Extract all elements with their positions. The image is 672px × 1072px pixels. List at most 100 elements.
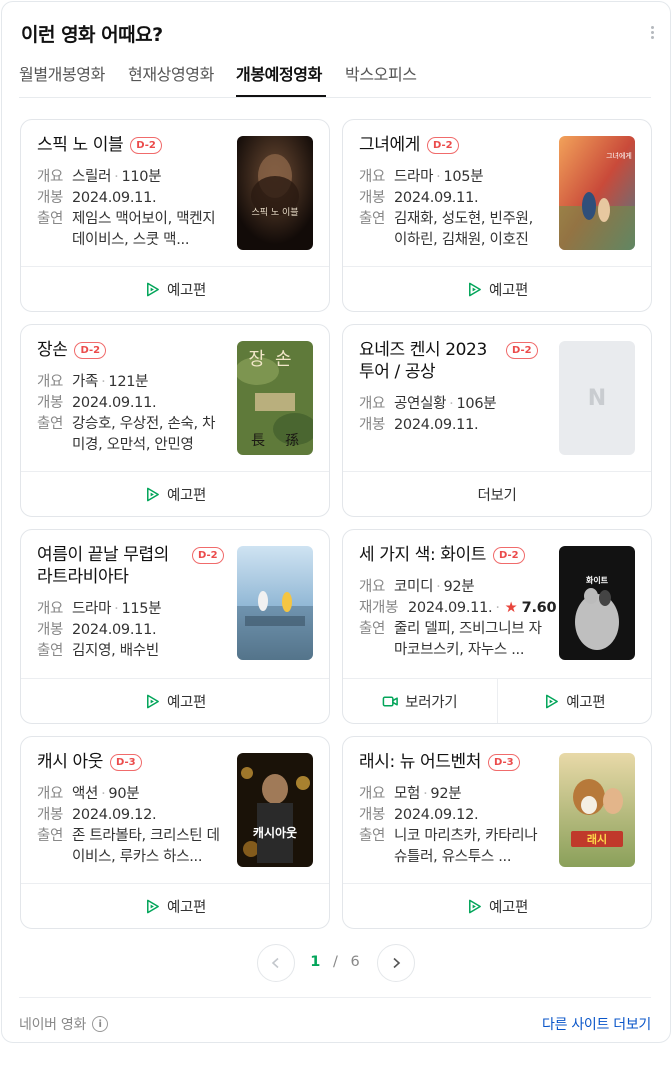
play-icon (144, 281, 161, 298)
cast-label: 출연 (37, 416, 64, 432)
trailer-label: 예고편 (166, 694, 207, 711)
active-tab-indicator (236, 95, 326, 97)
dday-badge: D-2 (493, 547, 525, 564)
release-label: 개봉 (359, 417, 386, 433)
cast-list: 제임스 맥어보이, 맥켄지 데이비스, 스쿳 맥... (72, 211, 216, 248)
total-pages: 6 (350, 954, 360, 970)
movie-poster[interactable]: 화이트 (559, 546, 635, 660)
tab-monthly-release[interactable]: 월별개봉영화 (19, 61, 105, 85)
play-icon (543, 693, 560, 710)
genre: 모험 (394, 786, 421, 802)
poster-placeholder[interactable]: N (559, 341, 635, 455)
runtime: 92분 (430, 786, 462, 802)
trailer-button[interactable]: 예고편 (496, 679, 652, 723)
dday-badge: D-2 (74, 342, 107, 359)
runtime: 110분 (121, 169, 162, 185)
release-date: 2024.09.11. (394, 190, 479, 206)
poster-title-text: 그녀에게 (606, 151, 632, 160)
movie-title[interactable]: 장손 (37, 339, 68, 361)
more-button[interactable]: 더보기 (343, 472, 651, 516)
tab-bar: 월별개봉영화 현재상영영화 개봉예정영화 박스오피스 (19, 52, 651, 98)
trailer-button[interactable]: 예고편 (21, 472, 329, 516)
poster-title-text: 화이트 (586, 575, 609, 585)
cast-label: 출연 (37, 643, 64, 659)
runtime: 92분 (443, 579, 475, 595)
movie-title[interactable]: 여름이 끝날 무렵의 라트라비아타 (37, 544, 185, 588)
movie-card[interactable]: 캐시 아웃 D-3 개요 액션 · 90분 개봉 2024.09.12. 출연 존 트라볼… (20, 736, 330, 929)
more-options-icon[interactable] (642, 22, 662, 42)
watch-button[interactable]: 보러가기 (343, 679, 497, 723)
info-icon[interactable]: i (92, 1016, 109, 1032)
release-label: 개봉 (37, 622, 64, 638)
dday-badge: D-3 (109, 754, 142, 771)
trailer-label: 예고편 (488, 282, 529, 299)
trailer-button[interactable]: 예고편 (343, 267, 651, 311)
poster-title-text: 장손 (248, 349, 301, 370)
movie-title[interactable]: 캐시 아웃 (37, 751, 103, 773)
tab-box-office[interactable]: 박스오피스 (345, 61, 417, 85)
movie-title[interactable]: 스픽 노 이블 (37, 134, 124, 156)
release-label: 개봉 (359, 190, 386, 206)
trailer-label: 예고편 (488, 899, 529, 916)
runtime: 90분 (108, 786, 140, 802)
poster-title-text: 래시 (587, 832, 607, 846)
release-label: 개봉 (37, 190, 64, 206)
release-date: 2024.09.11. (72, 622, 157, 638)
rerelease-label: 재개봉 (359, 600, 399, 616)
movie-card[interactable]: 장손 D-2 개요 가족 · 121분 개봉 2024.09.11. 출연 강승호, 우상… (20, 324, 330, 517)
cast-list: 니코 마리츠카, 카타리나 슈틀러, 유스투스 ... (394, 828, 538, 865)
movie-title[interactable]: 래시: 뉴 어드벤처 (359, 751, 481, 773)
movie-poster[interactable]: 래시 (559, 753, 635, 867)
play-icon (144, 693, 161, 710)
prev-page-button[interactable] (257, 944, 295, 982)
release-date: 2024.09.11. (72, 395, 157, 411)
movie-title[interactable]: 그녀에게 (359, 134, 420, 156)
movie-card[interactable]: 세 가지 색: 화이트 D-2 개요 코미디 · 92분 재개봉 2024.09.11.… (342, 529, 652, 724)
movie-title[interactable]: 요네즈 켄시 2023 투어 / 공상 (359, 339, 499, 383)
runtime: 105분 (443, 169, 484, 185)
trailer-label: 예고편 (166, 282, 207, 299)
cast-list: 존 트라볼타, 크리스틴 데이비스, 루카스 하스... (72, 828, 220, 865)
poster-title-text: 스픽 노 이블 (251, 207, 298, 218)
summary-label: 개요 (359, 786, 386, 802)
cast-label: 출연 (359, 621, 386, 637)
cast-label: 출연 (37, 828, 64, 844)
movie-card[interactable]: 그녀에게 D-2 개요 드라마 · 105분 개봉 2024.09.11. 출연 김재화,… (342, 119, 652, 312)
release-date: 2024.09.11. (394, 417, 479, 433)
cast-list: 김지영, 배수빈 (72, 643, 159, 659)
movie-card[interactable]: 요네즈 켄시 2023 투어 / 공상 D-2 개요 공연실황 · 106분 개봉 20… (342, 324, 652, 517)
cast-list: 김재화, 성도현, 빈주원, 이하린, 김채원, 이호진 (394, 211, 533, 248)
other-sites-link[interactable]: 다른 사이트 더보기 (542, 1014, 651, 1034)
summary-label: 개요 (37, 601, 64, 617)
play-icon (144, 486, 161, 503)
summary-label: 개요 (37, 786, 64, 802)
trailer-button[interactable]: 예고편 (343, 884, 651, 928)
panel-title: 이런 영화 어때요? (21, 24, 163, 46)
release-date: 2024.09.12. (394, 807, 479, 823)
tab-upcoming[interactable]: 개봉예정영화 (236, 61, 322, 85)
movie-card[interactable]: 여름이 끝날 무렵의 라트라비아타 D-2 개요 드라마 · 115분 개봉 2024.… (20, 529, 330, 724)
trailer-button[interactable]: 예고편 (21, 267, 329, 311)
movie-poster[interactable]: 장손 長 孫 (237, 341, 313, 455)
movie-title[interactable]: 세 가지 색: 화이트 (359, 544, 486, 566)
movie-poster[interactable]: 그녀에게 (559, 136, 635, 250)
summary-label: 개요 (359, 169, 386, 185)
movie-card[interactable]: 스픽 노 이블 D-2 개요 스릴러 · 110분 개봉 2024.09.11. 출연 제… (20, 119, 330, 312)
runtime: 106분 (456, 396, 497, 412)
movie-poster[interactable]: 캐시아웃 (237, 753, 313, 867)
movie-poster[interactable]: 스픽 노 이블 (237, 136, 313, 250)
cast-list: 강승호, 우상전, 손숙, 차미경, 오만석, 안민영 (72, 416, 216, 453)
next-page-button[interactable] (377, 944, 415, 982)
movie-card[interactable]: 래시: 뉴 어드벤처 D-3 개요 모험 · 92분 개봉 2024.09.12. 출연… (342, 736, 652, 929)
trailer-button[interactable]: 예고편 (21, 679, 329, 723)
trailer-label: 예고편 (166, 487, 207, 504)
movie-poster[interactable] (237, 546, 313, 660)
trailer-button[interactable]: 예고편 (21, 884, 329, 928)
play-icon (144, 898, 161, 915)
svg-text:長: 長 (251, 433, 265, 449)
release-date: 2024.09.12. (72, 807, 157, 823)
cast-label: 출연 (359, 211, 386, 227)
tab-now-showing[interactable]: 현재상영영화 (128, 61, 214, 85)
runtime: 121분 (108, 374, 149, 390)
rating: 7.60 (521, 600, 557, 616)
